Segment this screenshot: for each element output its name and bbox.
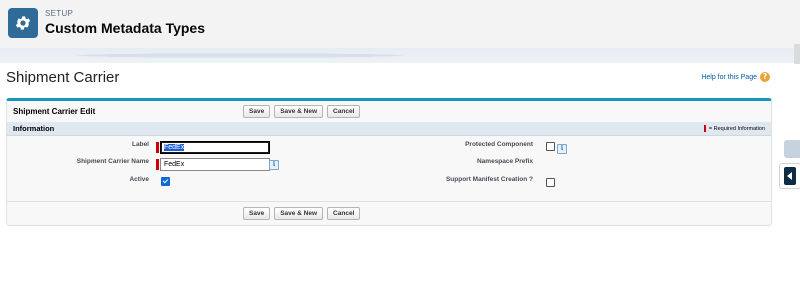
- required-note-text: = Required Information: [708, 125, 765, 132]
- info-icon[interactable]: i: [269, 160, 279, 170]
- header-pattern: [0, 48, 800, 63]
- page-heading: Custom Metadata Types: [45, 20, 205, 36]
- label-field-label: Label: [132, 141, 149, 148]
- save-button[interactable]: Save: [243, 105, 271, 118]
- label-field-wrap: FedEx: [156, 141, 270, 154]
- question-icon[interactable]: ?: [760, 72, 770, 82]
- carrier-name-input-value[interactable]: FedEx: [164, 161, 184, 168]
- section-title: Information: [13, 124, 55, 133]
- cancel-button[interactable]: Cancel: [327, 105, 361, 118]
- save-and-new-button[interactable]: Save & New: [274, 207, 324, 220]
- carrier-name-field-label: Shipment Carrier Name: [76, 158, 149, 165]
- required-indicator: [156, 159, 159, 170]
- top-button-row: Save Save & New Cancel: [243, 105, 361, 118]
- protected-field-label: Protected Component: [465, 141, 533, 148]
- section-header: Information = Required Information: [7, 122, 771, 136]
- carrier-name-input[interactable]: FedEx: [160, 158, 270, 171]
- required-legend: = Required Information: [703, 125, 765, 132]
- chevron-left-icon[interactable]: [784, 167, 796, 185]
- manifest-field-label: Support Manifest Creation ?: [445, 176, 533, 183]
- protected-checkbox[interactable]: [546, 142, 555, 151]
- help-link-label[interactable]: Help for this Page: [701, 74, 757, 81]
- label-input-value[interactable]: FedEx: [164, 144, 185, 151]
- setup-header: SETUP Custom Metadata Types: [0, 0, 800, 49]
- cancel-button[interactable]: Cancel: [327, 207, 361, 220]
- gear-icon: [8, 8, 38, 38]
- save-and-new-button[interactable]: Save & New: [274, 105, 324, 118]
- carrier-name-field-wrap: FedEx: [156, 158, 270, 171]
- active-checkbox[interactable]: [161, 177, 170, 186]
- side-panel-toggle[interactable]: [779, 163, 800, 189]
- record-title: Shipment Carrier: [6, 69, 120, 86]
- required-indicator: [156, 142, 159, 153]
- namespace-field-label: Namespace Prefix: [476, 158, 533, 165]
- manifest-checkbox[interactable]: [546, 178, 555, 187]
- active-field-label: Active: [129, 176, 149, 183]
- save-button[interactable]: Save: [243, 207, 271, 220]
- side-panel-tab[interactable]: [784, 140, 800, 158]
- label-input[interactable]: FedEx: [160, 141, 270, 154]
- info-icon[interactable]: i: [557, 144, 567, 154]
- bottom-button-row: Save Save & New Cancel: [243, 207, 361, 220]
- panel-divider: [7, 201, 771, 202]
- setup-label: SETUP: [45, 9, 74, 18]
- help-link[interactable]: Help for this Page ?: [701, 72, 770, 82]
- panel-title: Shipment Carrier Edit: [13, 107, 96, 116]
- required-marker-icon: [703, 125, 706, 132]
- edit-panel: Shipment Carrier Edit Save Save & New Ca…: [6, 98, 772, 226]
- side-tab-handle[interactable]: [794, 44, 800, 64]
